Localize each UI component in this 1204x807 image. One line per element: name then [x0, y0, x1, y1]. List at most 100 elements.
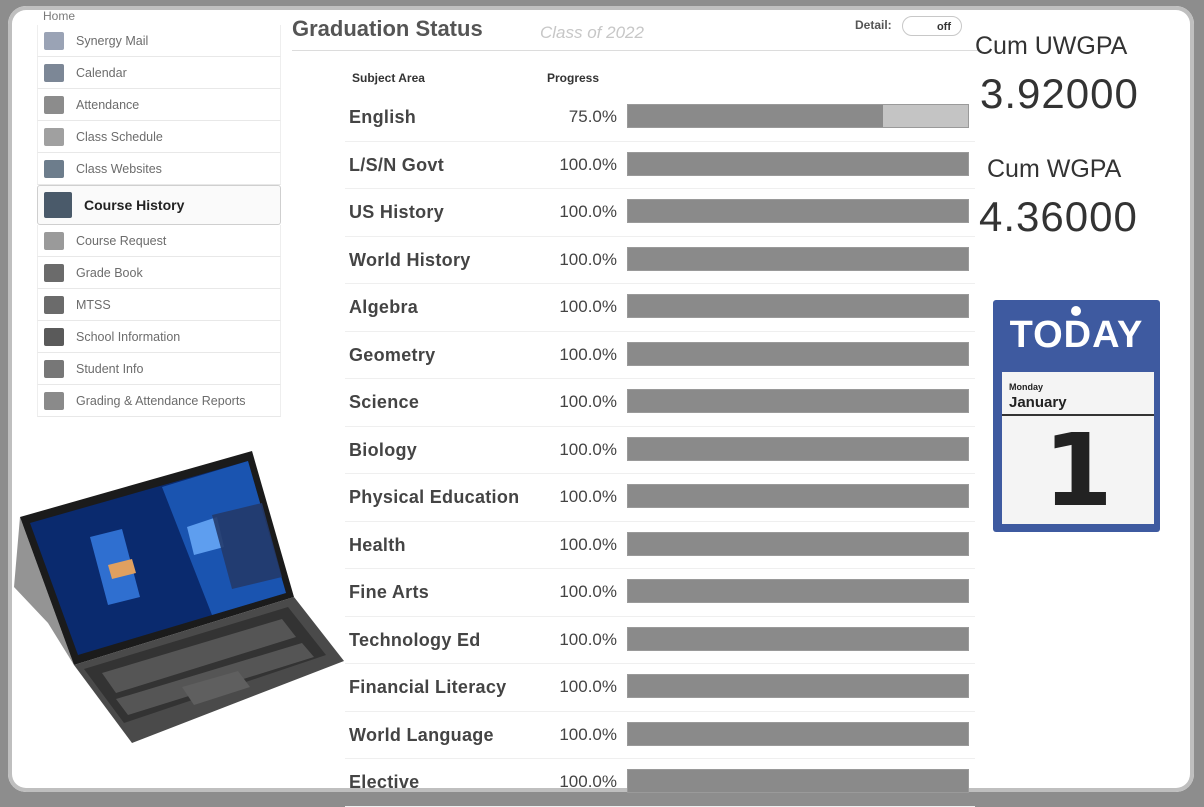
progress-header: Progress	[547, 71, 600, 85]
request-icon	[44, 231, 64, 250]
checkbox-icon	[44, 95, 64, 114]
progress-percent: 100.0%	[559, 487, 617, 506]
sidebar-item-label: Class Websites	[76, 161, 162, 176]
student-icon	[44, 359, 64, 378]
subject-name: Technology Ed	[349, 629, 481, 650]
sidebar-item-label: Grading & Attendance Reports	[76, 393, 246, 408]
table-row: Technology Ed 100.0%	[345, 617, 975, 664]
table-row: Biology 100.0%	[345, 427, 975, 474]
sidebar-item-grade-book[interactable]: Grade Book	[37, 257, 281, 289]
progress-bar-fill	[628, 627, 968, 650]
table-row: Health 100.0%	[345, 522, 975, 569]
sidebar-item-attendance[interactable]: Attendance	[37, 89, 281, 121]
detail-toggle[interactable]: off	[902, 16, 962, 36]
class-year-subtitle: Class of 2022	[540, 23, 644, 42]
progress-bar-fill	[628, 152, 968, 175]
progress-percent: 100.0%	[559, 534, 617, 554]
progress-bar-fill	[628, 295, 968, 317]
sidebar-item-label: Class Schedule	[76, 129, 163, 144]
table-row: Financial Literacy 100.0%	[345, 664, 975, 712]
table-row: English 75.0%	[345, 94, 975, 142]
graduation-progress-table: English 75.0% L/S/N Govt 100.0% US History 10…	[345, 94, 975, 807]
cum-wgpa-value: 4.36000	[979, 193, 1138, 240]
progress-bar	[627, 294, 969, 318]
subject-name: Fine Arts	[349, 582, 430, 602]
mail-icon	[44, 31, 64, 50]
table-row: Physical Education 100.0%	[345, 474, 975, 522]
progress-percent: 100.0%	[559, 344, 617, 364]
subject-name: Biology	[349, 439, 418, 460]
sidebar-nav: Home Synergy Mail Calendar Attendance Class…	[37, 6, 281, 417]
progress-bar	[627, 579, 969, 603]
calendar-weekday: Monday	[1009, 382, 1044, 392]
schedule-icon	[44, 127, 64, 146]
sidebar-item-mtss[interactable]: MTSS	[37, 289, 281, 321]
mtss-icon	[44, 295, 64, 314]
subject-name: Elective	[349, 772, 420, 792]
cum-uwgpa-value: 3.92000	[980, 70, 1139, 117]
sidebar-item-class-schedule[interactable]: Class Schedule	[37, 121, 281, 153]
progress-bar-fill	[628, 722, 968, 745]
sidebar-item-label: Course Request	[76, 233, 167, 248]
progress-percent: 100.0%	[559, 439, 617, 459]
subject-name: US History	[349, 202, 445, 222]
calendar-month: January	[1009, 394, 1067, 411]
page-title: Graduation Status	[292, 16, 483, 41]
progress-percent: 100.0%	[559, 677, 617, 696]
progress-bar	[627, 531, 969, 556]
subject-name: Science	[349, 392, 420, 412]
progress-percent: 75.0%	[568, 107, 617, 126]
table-row: US History 100.0%	[345, 189, 975, 237]
subject-name: Geometry	[349, 344, 436, 365]
progress-bar	[627, 769, 969, 793]
websites-icon	[44, 159, 64, 178]
cum-uwgpa-label: Cum UWGPA	[975, 32, 1128, 60]
sidebar-item-label: Calendar	[76, 65, 127, 80]
progress-bar	[627, 721, 969, 746]
school-icon	[44, 327, 64, 346]
sidebar-item-course-history[interactable]: Course History	[37, 185, 281, 225]
sidebar-item-calendar[interactable]: Calendar	[37, 57, 281, 89]
subject-name: Health	[349, 534, 406, 555]
sidebar-item-label: Synergy Mail	[76, 33, 149, 48]
progress-bar	[627, 674, 969, 698]
sidebar-item-grading-attendance-reports[interactable]: Grading & Attendance Reports	[37, 385, 281, 417]
progress-bar-fill	[628, 247, 968, 270]
progress-bar	[627, 104, 969, 128]
progress-percent: 100.0%	[559, 582, 617, 601]
sidebar-item-class-websites[interactable]: Class Websites	[37, 153, 281, 185]
progress-bar-fill	[628, 105, 883, 127]
subject-name: L/S/N Govt	[349, 154, 445, 175]
gradebook-icon	[44, 263, 64, 282]
progress-bar	[627, 436, 969, 461]
books-icon	[44, 192, 72, 218]
progress-bar	[627, 151, 969, 176]
progress-bar	[627, 199, 969, 223]
detail-label: Detail:	[855, 18, 892, 32]
sidebar-item-student-info[interactable]: Student Info	[37, 353, 281, 385]
sidebar-item-course-request[interactable]: Course Request	[37, 225, 281, 257]
today-calendar-icon: TODAY Monday January 1	[993, 300, 1160, 532]
progress-bar	[627, 341, 969, 366]
sidebar-item-school-information[interactable]: School Information	[37, 321, 281, 353]
sidebar-item-label: Student Info	[76, 361, 144, 376]
progress-percent: 100.0%	[559, 724, 617, 744]
sidebar-item-label: School Information	[76, 329, 181, 344]
sidebar-home-link[interactable]: Home	[37, 6, 281, 25]
progress-bar-fill	[628, 675, 968, 697]
table-row: Geometry 100.0%	[345, 332, 975, 379]
progress-bar	[627, 484, 969, 508]
table-row: World Language 100.0%	[345, 712, 975, 759]
sidebar-item-synergy-mail[interactable]: Synergy Mail	[37, 25, 281, 57]
subject-name: Financial Literacy	[349, 677, 507, 697]
progress-bar-fill	[628, 532, 968, 555]
subject-name: Physical Education	[349, 487, 520, 507]
table-row: Science 100.0%	[345, 379, 975, 427]
calendar-icon	[44, 63, 64, 82]
subject-name: English	[349, 107, 417, 127]
progress-bar-fill	[628, 580, 968, 602]
progress-percent: 100.0%	[559, 297, 617, 316]
sidebar-item-label: Grade Book	[76, 265, 143, 280]
progress-percent: 100.0%	[559, 249, 617, 269]
calendar-page: Monday January 1	[1002, 372, 1154, 529]
